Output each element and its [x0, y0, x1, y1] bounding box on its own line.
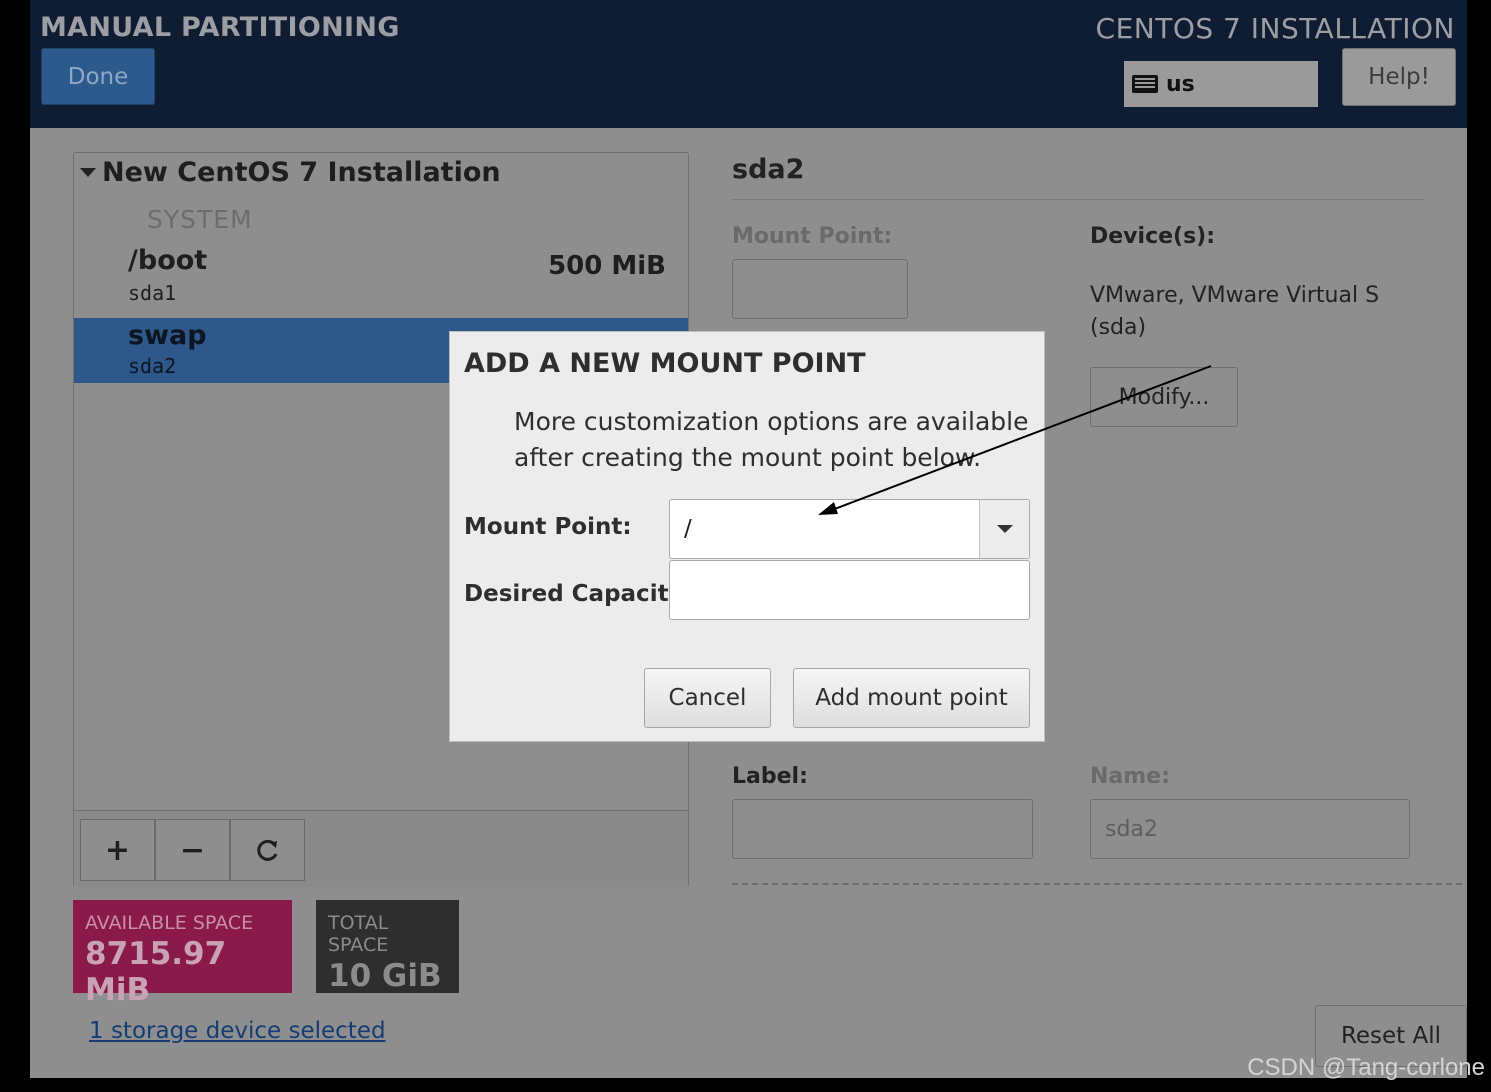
- remove-mount-button[interactable]: −: [155, 819, 230, 881]
- dialog-mount-point-label: Mount Point:: [464, 514, 632, 540]
- mount-list-toolbar: + −: [74, 810, 688, 887]
- mount-size: 500 MiB: [548, 251, 666, 281]
- mount-point-label: Mount Point:: [732, 224, 893, 249]
- installation-group-title: New CentOS 7 Installation: [102, 157, 501, 188]
- system-section-label: SYSTEM: [147, 205, 253, 234]
- total-space-label: TOTAL SPACE: [328, 912, 389, 956]
- expand-triangle-icon: [80, 168, 96, 177]
- installation-group-header[interactable]: New CentOS 7 Installation: [80, 157, 501, 188]
- add-mount-button[interactable]: +: [80, 819, 155, 881]
- watermark: CSDN @Tang-corlone: [1247, 1054, 1485, 1081]
- available-space-box: AVAILABLE SPACE 8715.97 MiB: [73, 900, 292, 1008]
- mount-point-combo[interactable]: [669, 499, 1030, 559]
- available-space-value: 8715.97 MiB: [85, 936, 227, 1008]
- dialog-description-line: More customization options are available: [514, 407, 1029, 436]
- mount-point-field[interactable]: [732, 259, 908, 319]
- dialog-title: ADD A NEW MOUNT POINT: [464, 348, 866, 379]
- refresh-icon: [256, 839, 277, 861]
- add-mount-point-button[interactable]: Add mount point: [793, 668, 1030, 728]
- mount-row-boot[interactable]: /boot sda1 500 MiB: [74, 243, 688, 313]
- keyboard-layout-label: us: [1166, 71, 1195, 97]
- available-space-label: AVAILABLE SPACE: [85, 912, 254, 934]
- devices-text: VMware, VMware Virtual S (sda): [1090, 283, 1380, 340]
- name-field-label: Name:: [1090, 764, 1170, 789]
- label-field-label: Label:: [732, 764, 808, 789]
- devices-label: Device(s):: [1090, 224, 1216, 249]
- label-field[interactable]: [732, 799, 1033, 859]
- product-title: CENTOS 7 INSTALLATION: [1095, 12, 1455, 45]
- selected-device-title: sda2: [732, 154, 805, 185]
- storage-devices-link[interactable]: 1 storage device selected: [89, 1018, 386, 1044]
- done-button[interactable]: Done: [41, 48, 155, 105]
- header-bar: MANUAL PARTITIONING Done CENTOS 7 INSTAL…: [30, 0, 1467, 128]
- dialog-description-line: after creating the mount point below.: [514, 443, 982, 472]
- name-field[interactable]: sda2: [1090, 799, 1410, 859]
- total-space-box: TOTAL SPACE 10 GiB: [316, 900, 459, 994]
- divider: [732, 199, 1424, 200]
- desired-capacity-input[interactable]: [669, 560, 1030, 620]
- cancel-button[interactable]: Cancel: [644, 668, 771, 728]
- page-title: MANUAL PARTITIONING: [40, 12, 400, 43]
- mount-name: /boot: [128, 245, 208, 276]
- help-button[interactable]: Help!: [1342, 48, 1456, 106]
- dialog-description: More customization options are available…: [514, 404, 1028, 476]
- mount-device: sda2: [128, 354, 177, 378]
- modify-button[interactable]: Modify...: [1090, 367, 1238, 427]
- keyboard-layout-indicator[interactable]: us: [1124, 61, 1318, 107]
- mount-point-dropdown-button[interactable]: [979, 500, 1029, 558]
- mount-point-input[interactable]: [670, 500, 979, 558]
- desired-capacity-label: Desired Capacity:: [464, 581, 693, 607]
- chevron-down-icon: [996, 525, 1013, 533]
- mount-name: swap: [128, 320, 207, 351]
- refresh-button[interactable]: [230, 819, 305, 881]
- mount-device: sda1: [128, 281, 177, 305]
- total-space-value: 10 GiB: [328, 958, 442, 994]
- keyboard-icon: [1132, 75, 1158, 93]
- add-mount-point-dialog: ADD A NEW MOUNT POINT More customization…: [449, 331, 1045, 742]
- dashed-divider: [732, 883, 1462, 885]
